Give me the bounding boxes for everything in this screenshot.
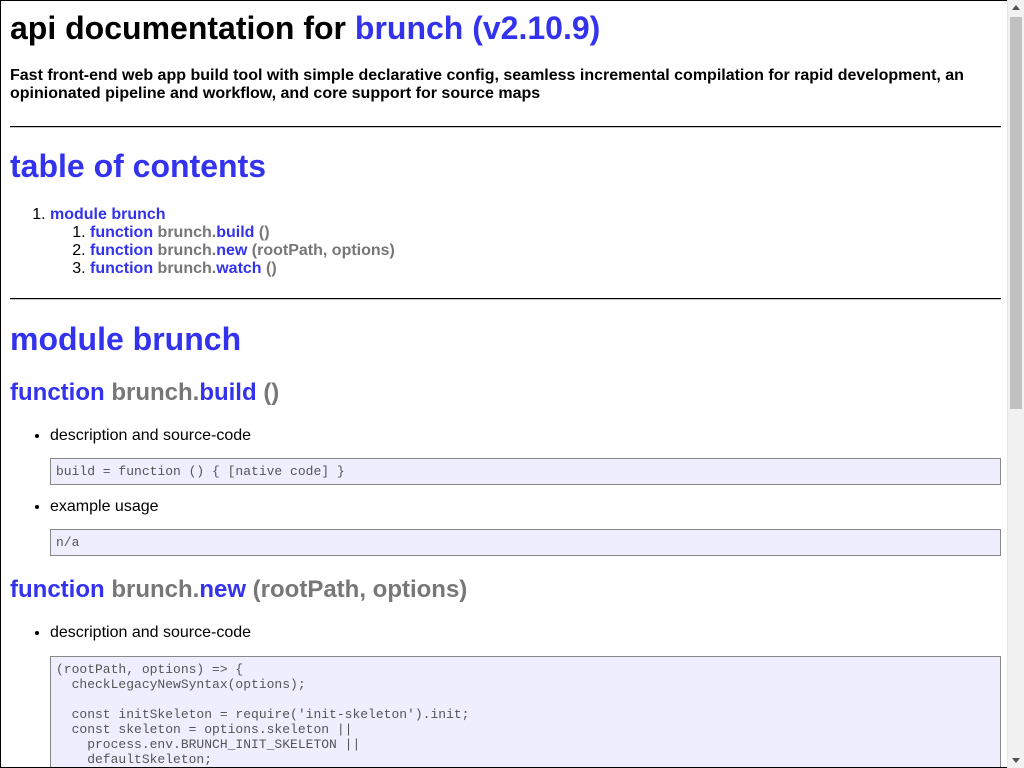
function-details-new: description and source-code (rootPath, o… — [10, 624, 1001, 767]
object-name: brunch. — [111, 576, 200, 603]
scroll-up-arrow-icon[interactable] — [1008, 0, 1024, 16]
function-name: build — [199, 379, 257, 406]
list-item: example usage n/a — [50, 498, 1001, 556]
signature: (rootPath, options) — [251, 242, 395, 259]
function-heading-new: function brunch.new (rootPath, options) — [10, 576, 467, 604]
object-name: brunch. — [157, 242, 217, 259]
table-of-contents: module brunch function brunch.build () f… — [10, 206, 395, 278]
function-name: watch — [216, 260, 262, 277]
toc-link-watch[interactable]: function brunch.watch () — [90, 260, 277, 277]
function-details-build: description and source-code build = func… — [10, 427, 1001, 556]
keyword: function — [90, 224, 154, 241]
toc-item-build: function brunch.build () — [90, 224, 395, 242]
list-item: description and source-code build = func… — [50, 427, 1001, 485]
object-name: brunch. — [157, 224, 217, 241]
example-label: example usage — [50, 498, 159, 515]
vertical-scrollbar[interactable] — [1007, 0, 1024, 768]
scroll-down-arrow-icon[interactable] — [1008, 752, 1024, 768]
keyword: function — [10, 576, 105, 603]
toc-link-module[interactable]: module brunch — [50, 206, 166, 223]
example-code-block: n/a — [50, 529, 1001, 556]
description-label: description and source-code — [50, 624, 252, 641]
list-item: description and source-code (rootPath, o… — [50, 624, 1001, 767]
description-label: description and source-code — [50, 427, 252, 444]
keyword: function — [10, 379, 105, 406]
object-name: brunch. — [111, 379, 200, 406]
toc-item-new: function brunch.new (rootPath, options) — [90, 242, 395, 260]
object-name: brunch. — [157, 260, 217, 277]
divider — [10, 298, 1001, 300]
function-heading-build: function brunch.build () — [10, 379, 279, 407]
function-name: build — [216, 224, 255, 241]
function-name: new — [199, 576, 246, 603]
title-prefix: api documentation for — [10, 10, 346, 46]
source-code-block: (rootPath, options) => { checkLegacyNewS… — [50, 656, 1001, 767]
keyword: function — [90, 242, 154, 259]
page-viewport: api documentation for brunch (v2.10.9) F… — [0, 0, 1007, 768]
toc-item-watch: function brunch.watch () — [90, 260, 395, 278]
toc-heading: table of contents — [10, 148, 267, 184]
signature: () — [266, 260, 277, 277]
divider — [10, 126, 1001, 128]
source-code-block: build = function () { [native code] } — [50, 458, 1001, 485]
package-description: Fast front-end web app build tool with s… — [10, 67, 964, 102]
module-heading: module brunch — [10, 321, 242, 357]
module-link[interactable]: brunch (v2.10.9) — [355, 10, 600, 46]
module-name: brunch — [354, 10, 464, 46]
signature: () — [263, 379, 280, 406]
keyword: function — [90, 260, 154, 277]
version-label: (v2.10.9) — [472, 10, 601, 46]
toc-item-module: module brunch function brunch.build () f… — [50, 206, 395, 278]
toc-link-build[interactable]: function brunch.build () — [90, 224, 270, 241]
function-name: new — [216, 242, 248, 259]
signature: () — [258, 224, 270, 241]
toc-link-new[interactable]: function brunch.new (rootPath, options) — [90, 242, 395, 259]
scrollbar-thumb[interactable] — [1010, 17, 1022, 409]
signature: (rootPath, options) — [252, 576, 468, 603]
page-title: api documentation for brunch (v2.10.9) — [10, 9, 600, 47]
